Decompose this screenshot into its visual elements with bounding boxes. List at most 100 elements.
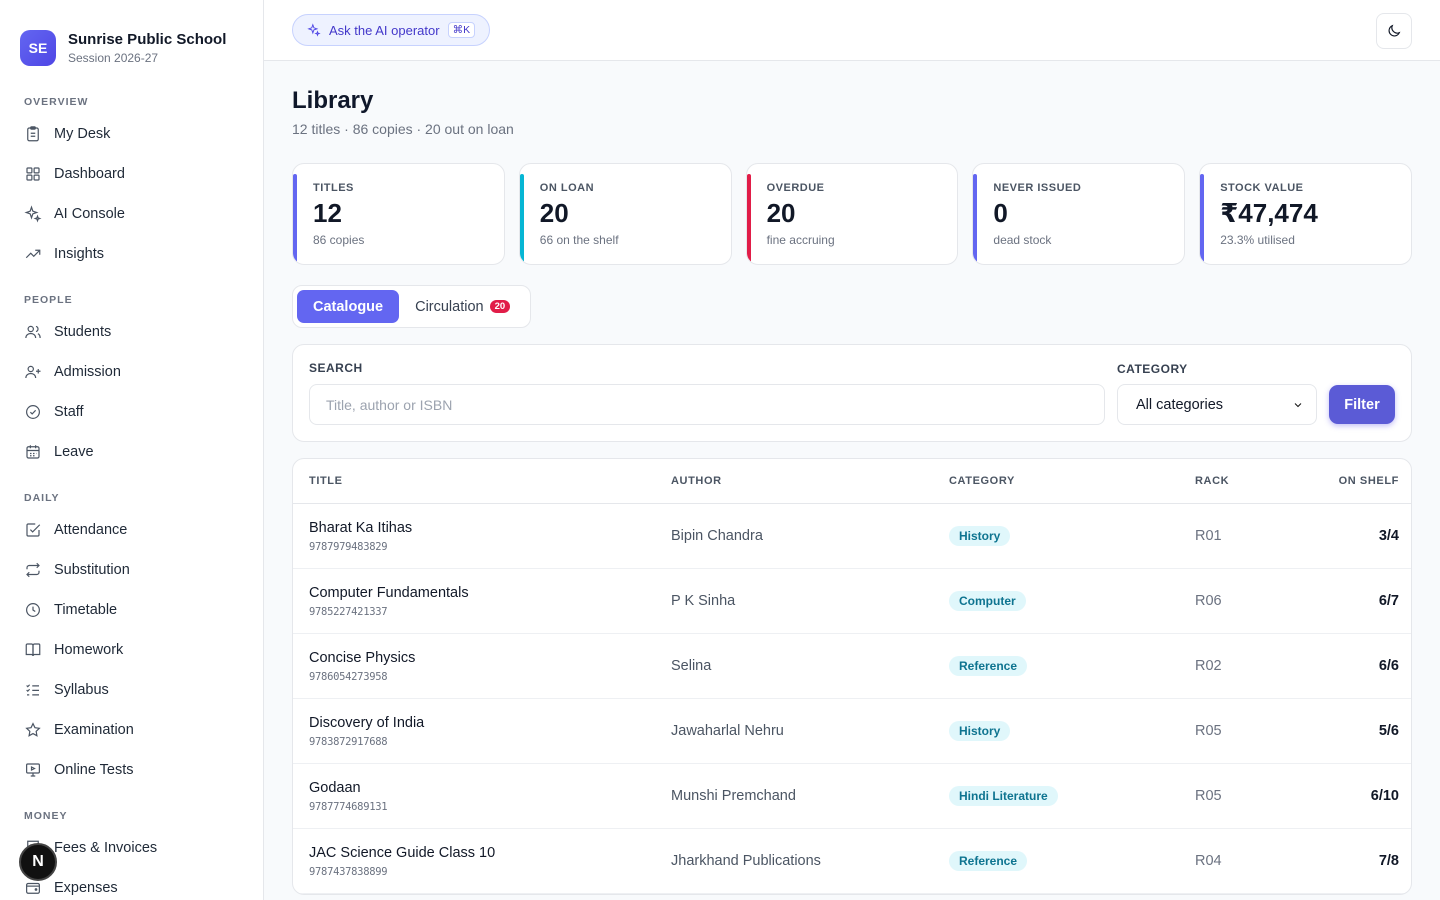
- stat-note: 66 on the shelf: [539, 233, 619, 247]
- stat-value: 0: [993, 198, 1008, 228]
- sidebar-item-leave[interactable]: Leave: [0, 432, 263, 472]
- book-author: Jharkhand Publications: [671, 853, 821, 869]
- book-author: P K Sinha: [671, 593, 736, 609]
- on-shelf-count: 6/7: [1378, 593, 1399, 609]
- category-badge: History: [949, 526, 1011, 546]
- ask-ai-operator-button[interactable]: Ask the AI operator ⌘K: [292, 14, 491, 46]
- sidebar-item-label: Attendance: [54, 522, 128, 538]
- sidebar-item-label: Substitution: [54, 562, 130, 578]
- book-title[interactable]: JAC Science Guide Class 10: [309, 845, 671, 861]
- tab-circulation[interactable]: Circulation 20: [399, 290, 526, 323]
- book-isbn: 9785227421337: [309, 605, 388, 618]
- table-row[interactable]: Discovery of India 9783872917688 Jawaharl…: [293, 699, 1411, 764]
- sidebar-item-label: Students: [54, 324, 112, 340]
- category-badge: Computer: [949, 591, 1026, 611]
- on-shelf-count: 7/8: [1378, 853, 1399, 869]
- stat-label: NEVER ISSUED: [993, 182, 1082, 194]
- circulation-count-badge: 20: [489, 300, 511, 313]
- sidebar-item-attendance[interactable]: Attendance: [0, 510, 263, 550]
- table-row[interactable]: Concise Physics 9786054273958 Selina Refe…: [293, 634, 1411, 699]
- search-input[interactable]: [309, 384, 1105, 425]
- school-logo: SE: [20, 30, 56, 66]
- column-header-author[interactable]: AUTHOR: [671, 475, 949, 487]
- brand[interactable]: SE Sunrise Public School Session 2026-27: [0, 0, 263, 76]
- sidebar-item-label: My Desk: [54, 126, 111, 142]
- category-badge: Reference: [949, 851, 1028, 871]
- book-title[interactable]: Godaan: [309, 780, 671, 796]
- view-tabs: Catalogue Circulation 20: [292, 285, 532, 328]
- category-select[interactable]: All categories: [1117, 384, 1317, 425]
- sparkle-icon: [24, 205, 42, 223]
- table-row[interactable]: JAC Science Guide Class 10 9787437838899 …: [293, 829, 1411, 894]
- sidebar-item-timetable[interactable]: Timetable: [0, 590, 263, 630]
- sidebar-item-ai-console[interactable]: AI Console: [0, 194, 263, 234]
- sidebar-item-examination[interactable]: Examination: [0, 710, 263, 750]
- catalogue-table: TITLE AUTHOR CATEGORY RACK ON SHELF Bhar…: [292, 458, 1412, 895]
- sidebar-item-substitution[interactable]: Substitution: [0, 550, 263, 590]
- column-header-category[interactable]: CATEGORY: [949, 475, 1195, 487]
- stat-card-stock-value: STOCK VALUE ₹47,474 23.3% utilised: [1199, 163, 1412, 265]
- sidebar-item-label: Examination: [54, 722, 134, 738]
- chevron-down-icon: [1294, 402, 1302, 407]
- book-title[interactable]: Discovery of India: [309, 715, 671, 731]
- sidebar-item-online-tests[interactable]: Online Tests: [0, 750, 263, 790]
- users-icon: [25, 325, 41, 339]
- filter-button[interactable]: Filter: [1329, 385, 1395, 424]
- page-title: Library: [292, 87, 374, 114]
- table-header: TITLE AUTHOR CATEGORY RACK ON SHELF: [293, 459, 1411, 504]
- column-header-on-shelf[interactable]: ON SHELF: [1305, 475, 1411, 487]
- book-rack: R01: [1195, 528, 1222, 544]
- table-row[interactable]: Computer Fundamentals 9785227421337 P K S…: [293, 569, 1411, 634]
- sidebar-item-syllabus[interactable]: Syllabus: [0, 670, 263, 710]
- sidebar-item-label: Online Tests: [54, 762, 134, 778]
- sidebar-item-insights[interactable]: Insights: [0, 234, 263, 274]
- book-title[interactable]: Computer Fundamentals: [309, 585, 671, 601]
- table-row[interactable]: Godaan 9787774689131 Munshi Premchand Hin…: [293, 764, 1411, 829]
- stat-label: OVERDUE: [766, 182, 825, 194]
- stats-row: TITLES 12 86 copies ON LOAN 20 66 on the…: [292, 163, 1412, 265]
- check-circle-icon: [26, 405, 40, 419]
- book-author: Munshi Premchand: [671, 788, 796, 804]
- book-isbn: 9786054273958: [309, 670, 388, 683]
- sidebar-item-my-desk[interactable]: My Desk: [0, 114, 263, 154]
- wallet-icon: [26, 882, 40, 894]
- trend-icon: [25, 249, 41, 259]
- session-label: Session 2026-27: [68, 51, 159, 65]
- user-avatar[interactable]: N: [19, 843, 57, 881]
- book-title[interactable]: Bharat Ka Itihas: [309, 520, 671, 536]
- on-shelf-count: 5/6: [1378, 723, 1399, 739]
- book-title[interactable]: Concise Physics: [309, 650, 671, 666]
- ai-button-label: Ask the AI operator: [329, 22, 440, 38]
- sidebar-item-label: Staff: [54, 404, 84, 420]
- nav-section-overview: OVERVIEW My Desk Dashboard AI Console In…: [0, 94, 263, 274]
- column-header-title[interactable]: TITLE: [293, 475, 671, 487]
- sidebar-item-admission[interactable]: Admission: [0, 352, 263, 392]
- stat-label: ON LOAN: [539, 182, 595, 194]
- column-header-rack[interactable]: RACK: [1195, 475, 1305, 487]
- book-rack: R05: [1195, 788, 1222, 804]
- category-select-value: All categories: [1136, 396, 1224, 413]
- nav-section-people: PEOPLE Students Admission Staff Leave: [0, 292, 263, 472]
- stat-label: TITLES: [313, 182, 354, 194]
- list-check-icon: [26, 684, 39, 696]
- main-content: Library 12 titles · 86 copies · 20 out o…: [292, 61, 1412, 895]
- clipboard-icon: [27, 126, 39, 142]
- table-row[interactable]: Bharat Ka Itihas 9787979483829 Bipin Chan…: [293, 504, 1411, 569]
- sidebar-item-staff[interactable]: Staff: [0, 392, 263, 432]
- category-badge: Hindi Literature: [949, 786, 1058, 806]
- sidebar-item-label: Leave: [54, 444, 94, 460]
- theme-toggle-button[interactable]: [1376, 13, 1412, 49]
- sidebar-item-students[interactable]: Students: [0, 312, 263, 352]
- sidebar-item-dashboard[interactable]: Dashboard: [0, 154, 263, 194]
- sidebar-item-label: Homework: [54, 642, 124, 658]
- sidebar-item-homework[interactable]: Homework: [0, 630, 263, 670]
- stat-value: 12: [313, 198, 342, 228]
- sidebar-item-label: Dashboard: [54, 166, 125, 182]
- sidebar: SE Sunrise Public School Session 2026-27…: [0, 0, 264, 900]
- star-icon: [25, 722, 41, 737]
- book-author: Selina: [671, 658, 712, 674]
- sidebar-item-label: Expenses: [54, 880, 118, 896]
- tab-catalogue[interactable]: Catalogue: [297, 290, 400, 323]
- stat-card-overdue: OVERDUE 20 fine accruing: [745, 163, 959, 265]
- stat-value: 20: [766, 198, 796, 228]
